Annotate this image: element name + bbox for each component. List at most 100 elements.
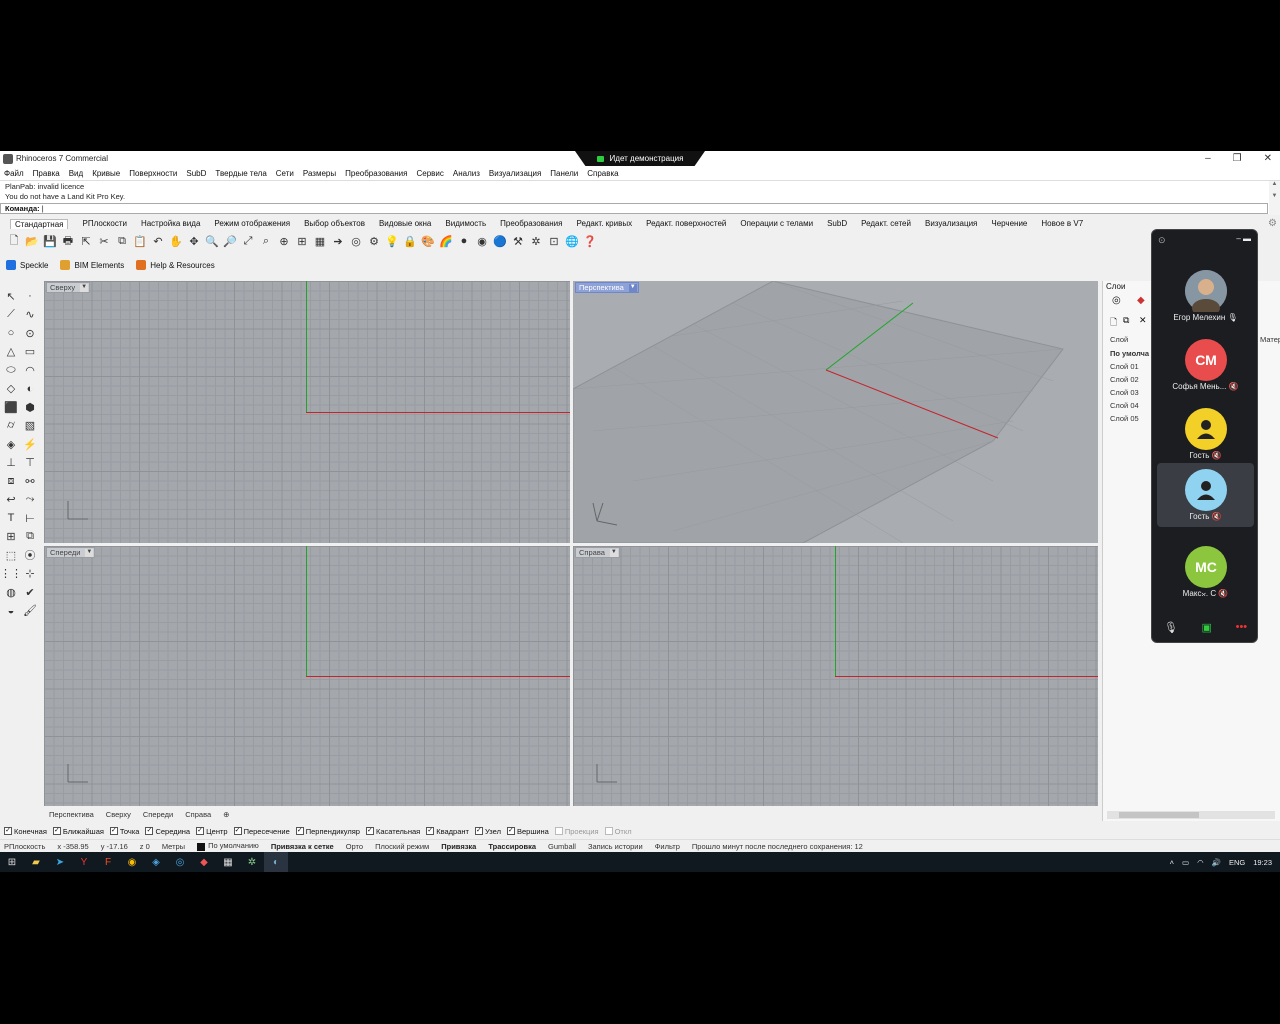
figma-icon[interactable]: F [96, 852, 120, 872]
array-icon[interactable]: ⊞ [2, 528, 20, 547]
osnap-tangent[interactable]: ✓ Касательная [365, 827, 420, 836]
tab-visibility[interactable]: Видимость [445, 219, 486, 228]
calculator-icon[interactable]: ▦ [216, 852, 240, 872]
tab-mesh-tools[interactable]: Редакт. сетей [861, 219, 911, 228]
lock-icon[interactable]: 🔒 [402, 233, 418, 249]
microphone-icon[interactable]: 🎙 [1164, 621, 1178, 634]
check-icon[interactable]: ✔ [21, 583, 39, 602]
layer-row[interactable]: Слой 04 [1110, 401, 1139, 410]
menu-solids[interactable]: Твердые тела [215, 169, 266, 178]
tab-curve-tools[interactable]: Редакт. кривых [576, 219, 632, 228]
add-viewport-icon[interactable]: ⊕ [223, 810, 229, 819]
plugin-help-resources[interactable]: Help & Resources [136, 260, 215, 270]
tab-solid-tools[interactable]: Операции с телами [740, 219, 813, 228]
text-icon[interactable]: T [2, 509, 20, 528]
rhino-taskbar-icon[interactable]: ◆ [192, 852, 216, 872]
osnap-project[interactable]: Проекция [554, 827, 599, 836]
chevron-up-icon[interactable]: ˄ [1170, 858, 1174, 867]
point-icon[interactable]: · [21, 287, 39, 306]
fillet-icon[interactable]: ⚡ [21, 435, 39, 454]
osnap-vertex[interactable]: ✓ Вершина [506, 827, 549, 836]
osnap-disable[interactable]: Откл [604, 827, 632, 836]
chevron-down-icon[interactable]: ⌄ [1200, 587, 1208, 598]
cut-icon[interactable]: ✂ [96, 233, 112, 249]
menu-help[interactable]: Справка [587, 169, 618, 178]
osnap-point[interactable]: ✓ Точка [109, 827, 139, 836]
layer-row[interactable]: Слой 05 [1110, 414, 1139, 423]
ellipse-icon[interactable]: ⬭ [2, 361, 20, 380]
curve-icon[interactable]: ∿ [21, 306, 39, 325]
surface-icon[interactable]: ◇ [2, 380, 20, 399]
properties-icon[interactable]: ⚙ [366, 233, 382, 249]
chevron-down-icon[interactable]: ▼ [628, 284, 637, 292]
help-icon[interactable]: ❓ [582, 233, 598, 249]
offset-icon[interactable]: ↩ [2, 491, 20, 510]
menu-file[interactable]: Файл [4, 169, 24, 178]
layer-row[interactable]: Слой 01 [1110, 362, 1139, 371]
language-indicator[interactable]: ENG [1229, 858, 1245, 867]
chevron-down-icon[interactable]: ▼ [609, 549, 618, 557]
osnap-end[interactable]: ✓ Конечная [4, 827, 47, 836]
solid-box-icon[interactable]: ⬚ [2, 546, 20, 565]
join-icon[interactable]: ⚯ [21, 472, 39, 491]
tab-new-in-v7[interactable]: Новое в V7 [1041, 219, 1083, 228]
menu-transform[interactable]: Преобразования [345, 169, 407, 178]
osnap-quadrant[interactable]: ✓ Квадрант [426, 827, 469, 836]
save-icon[interactable]: 💾 [42, 233, 58, 249]
osnap-center[interactable]: ✓ Центр [196, 827, 228, 836]
viewport-label-top[interactable]: Сверху ▼ [46, 282, 91, 293]
menu-edit[interactable]: Правка [33, 169, 60, 178]
yandex-browser-icon[interactable]: Y [72, 852, 96, 872]
light-icon[interactable]: 💡 [384, 233, 400, 249]
viewport-tab-top[interactable]: Сверху [106, 810, 131, 819]
app-icon[interactable]: ◈ [144, 852, 168, 872]
layer-icon[interactable]: 🎨 [420, 233, 436, 249]
volume-icon[interactable]: 🔊 [1212, 858, 1221, 867]
new-sublayer-icon[interactable]: ⧉ [1123, 315, 1129, 326]
polyline-icon[interactable]: ⟋ [2, 306, 20, 325]
grasshopper-icon[interactable]: ✲ [528, 233, 544, 249]
viewport-front[interactable]: Спереди ▼ [44, 546, 570, 806]
rendered-sphere-icon[interactable]: ◉ [474, 233, 490, 249]
minimize-icon[interactable]: – [1236, 234, 1240, 243]
windows-start-icon[interactable]: ⊞ [0, 852, 24, 872]
rectangle-icon[interactable]: ▭ [21, 343, 39, 362]
osnap-perpendicular[interactable]: ✓ Перпендикуляр [295, 827, 360, 836]
tab-surface-tools[interactable]: Редакт. поверхностей [646, 219, 726, 228]
color-wheel-icon[interactable]: 🌈 [438, 233, 454, 249]
status-filter[interactable]: Фильтр [655, 842, 680, 851]
status-cplane[interactable]: РПлоскость [4, 842, 45, 851]
viewport-tab-front[interactable]: Спереди [143, 810, 173, 819]
gear-icon[interactable]: ⚙ [1268, 218, 1277, 229]
wifi-icon[interactable]: ◠ [1197, 858, 1204, 867]
tab-set-view[interactable]: Настройка вида [141, 219, 200, 228]
menu-subd[interactable]: SubD [186, 169, 206, 178]
viewport-tab-perspective[interactable]: Перспектива [49, 810, 94, 819]
menu-meshes[interactable]: Сети [276, 169, 294, 178]
tab-drafting[interactable]: Черчение [991, 219, 1027, 228]
meeting-app-icon[interactable]: ◐ [264, 852, 288, 872]
menu-render[interactable]: Визуализация [489, 169, 541, 178]
command-scrollbar[interactable]: ▲ ▼ [1269, 181, 1280, 215]
status-layer[interactable]: По умолчанию [197, 841, 259, 851]
select-icon[interactable]: ◎ [348, 233, 364, 249]
tab-cplanes[interactable]: РПлоскости [82, 219, 126, 228]
more-options-icon[interactable]: ••• [1236, 621, 1248, 634]
participant-tile[interactable]: Гость 🔇 [1157, 463, 1254, 527]
osnap-intersection[interactable]: ✓ Пересечение [233, 827, 290, 836]
tab-subd[interactable]: SubD [827, 219, 847, 228]
zoom-extents-icon[interactable]: ⤢ [240, 233, 256, 249]
osnap-knot[interactable]: ✓ Узел [474, 827, 501, 836]
chrome-icon[interactable]: ◉ [120, 852, 144, 872]
app-icon[interactable]: ◎ [168, 852, 192, 872]
gumball-icon[interactable]: ⊹ [21, 565, 39, 584]
viewport-label-front[interactable]: Спереди ▼ [46, 547, 96, 558]
export-icon[interactable]: ⇱ [78, 233, 94, 249]
file-explorer-icon[interactable]: ▰ [24, 852, 48, 872]
material-icon[interactable]: ◍ [2, 583, 20, 602]
tab-standard[interactable]: Стандартная [10, 218, 69, 229]
open-file-icon[interactable]: 📂 [24, 233, 40, 249]
menu-panels[interactable]: Панели [550, 169, 578, 178]
zoom-window-icon[interactable]: 🔎 [222, 233, 238, 249]
solid-icon[interactable]: ⬢ [21, 398, 39, 417]
